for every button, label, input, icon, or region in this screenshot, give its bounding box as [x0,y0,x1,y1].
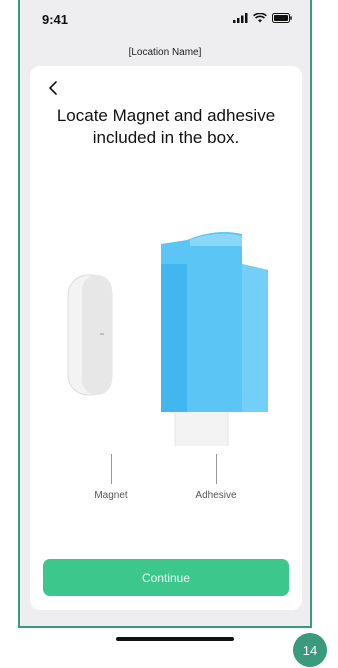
magnet-pointer-line [111,454,112,484]
title-line-1: Locate Magnet and adhesive [56,106,276,125]
home-indicator [116,637,234,641]
continue-button[interactable]: Continue [43,559,289,596]
adhesive-pointer-line [216,454,217,484]
wifi-icon [253,13,267,23]
phone-frame: 9:41 [Location Name] Locate Magnet and a… [18,0,312,641]
magnet-label: Magnet [94,490,128,501]
page-number-badge: 14 [293,633,327,667]
back-button[interactable] [44,78,64,98]
status-bar: 9:41 [20,0,310,40]
page-title: Locate Magnet and adhesive included in t… [30,105,302,149]
adhesive-label: Adhesive [195,490,237,501]
status-icons [233,13,292,23]
status-time: 9:41 [42,12,69,27]
signal-icon [233,13,248,23]
battery-icon [272,13,292,23]
chevron-left-icon [48,81,57,95]
illustration [67,232,268,446]
magnet-image [67,274,113,396]
title-line-2: included in the box. [92,128,240,147]
instruction-card: Locate Magnet and adhesive included in t… [30,66,302,610]
adhesive-image [161,232,268,446]
location-name: [Location Name] [128,47,202,58]
